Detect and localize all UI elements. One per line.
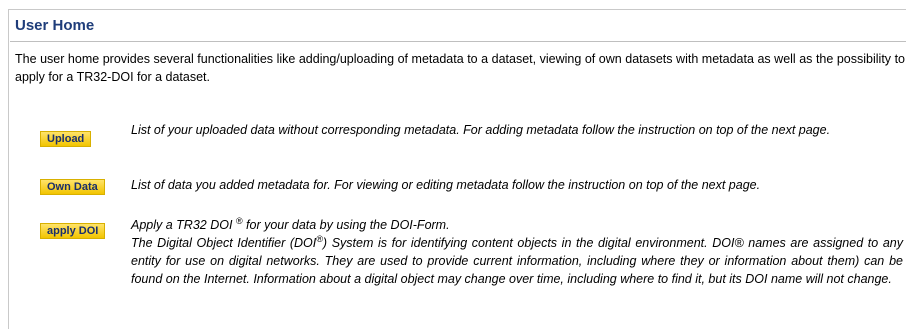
upload-button[interactable]: Upload xyxy=(40,131,92,147)
doi-explanation: The Digital Object Identifier (DOI®) Sys… xyxy=(131,234,903,288)
apply-doi-line-post: for your data by using the DOI-Form. xyxy=(242,218,450,232)
registered-mark: ® xyxy=(316,233,323,244)
apply-doi-line: Apply a TR32 DOI ® for your data by usin… xyxy=(131,216,903,234)
apply-doi-description: Apply a TR32 DOI ® for your data by usin… xyxy=(131,216,903,288)
apply-doi-line-pre: Apply a TR32 DOI xyxy=(131,218,236,232)
upload-description: List of your uploaded data without corre… xyxy=(131,123,831,137)
own-data-button[interactable]: Own Data xyxy=(40,179,105,195)
page-title: User Home xyxy=(15,17,95,34)
title-divider xyxy=(10,41,906,42)
doi-explanation-pre: The Digital Object Identifier (DOI xyxy=(131,236,317,250)
apply-doi-button[interactable]: apply DOI xyxy=(40,223,106,239)
registered-mark: ® xyxy=(235,215,243,226)
intro-text: The user home provides several functiona… xyxy=(15,52,905,84)
user-home-panel: User Home The user home provides several… xyxy=(8,9,906,329)
own-data-description: List of data you added metadata for. For… xyxy=(131,178,761,192)
